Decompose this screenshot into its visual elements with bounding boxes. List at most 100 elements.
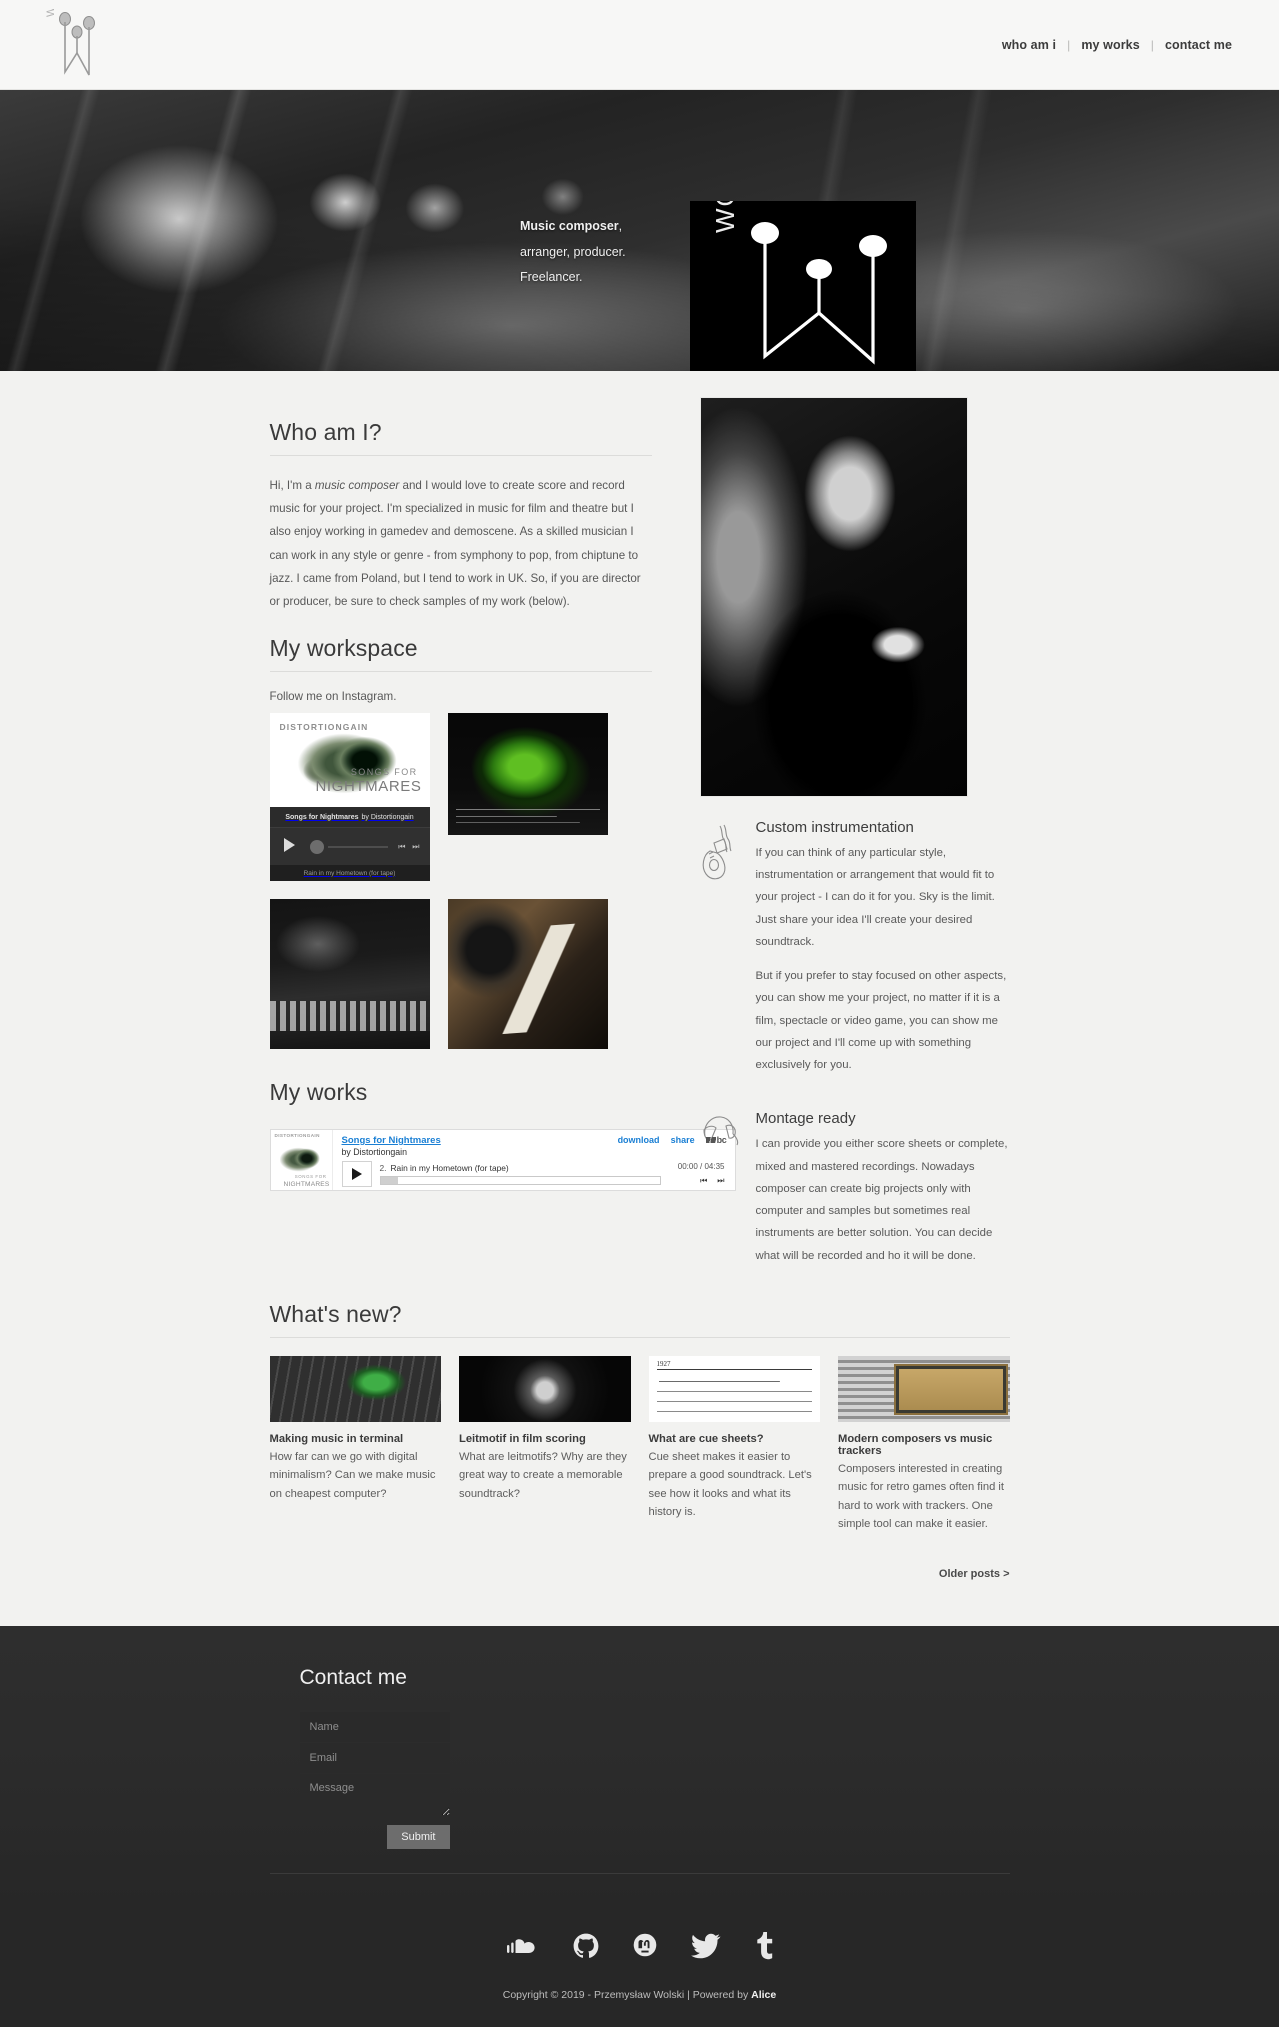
album-title-line1: SONGS FOR <box>350 767 418 778</box>
player-album-title-link[interactable]: Songs for Nightmares <box>342 1135 441 1146</box>
player-track-number: 2. <box>379 1163 387 1174</box>
contact-section: Contact me Submit <box>0 1625 1279 1904</box>
bandcamp-mark-icon <box>705 1137 716 1144</box>
bandcamp-album-name: Songs for Nightmares <box>285 813 359 821</box>
blog-post-title: Modern composers vs music trackers <box>838 1432 993 1457</box>
skip-forward-icon[interactable]: ⏭ <box>717 1176 724 1186</box>
soundcloud-glyph <box>506 1938 535 1953</box>
bandcamp-logo-text: bc <box>716 1135 727 1146</box>
copyright-text: Copyright © 2019 - Przemysław Wolski | P… <box>0 1989 1279 2001</box>
progress-line[interactable] <box>327 846 388 849</box>
skip-back-icon[interactable]: ⏮ <box>700 1176 707 1186</box>
studio-photo-tile[interactable] <box>269 899 430 1050</box>
album-artwork: DISTORTIONGAIN SONGS FOR NIGHTMARES <box>269 713 430 808</box>
bandcamp-player[interactable]: DISTORTIONGAIN SONGS FOR NIGHTMARES Song… <box>269 1129 736 1192</box>
hero-tagline-comma: , <box>618 219 623 233</box>
blog-post-excerpt: What are leitmotifs? Why are they great … <box>459 1450 627 1500</box>
hero-piano-photo <box>0 90 1279 371</box>
dark-figure-thumb <box>459 1355 631 1422</box>
blog-post-card[interactable]: Modern composers vs music trackers Compo… <box>838 1355 1010 1534</box>
progress-knob[interactable] <box>309 840 324 855</box>
right-column: Custom instrumentation If you can think … <box>699 397 1010 1279</box>
soundcloud-icon[interactable] <box>506 1935 540 1962</box>
site-header: WOLSKI who am i | my works | contact me <box>0 0 1279 90</box>
bandcamp-controls[interactable]: ⏮ ⏭ <box>269 827 430 866</box>
hero-tagline-line2: arranger, producer. <box>520 244 626 259</box>
blog-post-excerpt: How far can we go with digital minimalis… <box>269 1450 436 1500</box>
email-field[interactable] <box>299 1742 450 1773</box>
blog-post-card[interactable]: Making music in terminal How far can we … <box>269 1355 441 1534</box>
bandcamp-embed-tile[interactable]: DISTORTIONGAIN SONGS FOR NIGHTMARES Song… <box>269 713 430 882</box>
portrait-image <box>700 398 967 796</box>
blog-post-title: Leitmotif in film scoring <box>459 1432 586 1445</box>
play-icon[interactable] <box>283 838 295 853</box>
twitter-icon[interactable] <box>690 1933 721 1964</box>
service-paragraph: But if you prefer to stay focused on oth… <box>755 970 1007 1072</box>
bandcamp-logo[interactable]: bc <box>705 1135 727 1146</box>
submit-button[interactable]: Submit <box>387 1824 450 1849</box>
guitar-photo <box>447 899 608 1050</box>
nav-link-who-am-i[interactable]: who am i <box>991 38 1067 52</box>
player-header-row: Songs for Nightmares download share bc <box>342 1135 727 1146</box>
music-tracker-thumb <box>838 1355 1010 1422</box>
blog-post-card[interactable]: What are cue sheets? Cue sheet makes it … <box>648 1355 820 1534</box>
player-art-line2: NIGHTMARES <box>283 1181 330 1189</box>
site-footer: Copyright © 2019 - Przemysław Wolski | P… <box>0 1903 1279 2027</box>
album-title-line2: NIGHTMARES <box>315 778 422 796</box>
service-body: Custom instrumentation If you can think … <box>756 819 1010 1088</box>
tumblr-icon[interactable] <box>754 1931 774 1965</box>
intro-rest: and I would love to create score and rec… <box>269 479 641 608</box>
github-icon[interactable] <box>573 1933 599 1964</box>
blog-post-grid: Making music in terminal How far can we … <box>269 1355 1010 1534</box>
brand-logo[interactable]: WOLSKI <box>40 9 108 81</box>
guitar-icon <box>700 819 756 1088</box>
player-play-button[interactable] <box>341 1161 372 1188</box>
section-heading-my-workspace: My workspace <box>269 635 652 673</box>
nav-link-contact-me[interactable]: contact me <box>1154 38 1243 52</box>
social-links[interactable] <box>0 1931 1279 1965</box>
player-action-links[interactable]: download share bc <box>618 1135 727 1145</box>
player-nav-buttons[interactable]: ⏮ ⏭ <box>661 1176 724 1186</box>
player-album-art: DISTORTIONGAIN SONGS FOR NIGHTMARES <box>270 1130 333 1191</box>
hero-banner: Music composer, arranger, producer. Free… <box>0 90 1279 371</box>
blog-post-card[interactable]: Leitmotif in film scoring What are leitm… <box>459 1355 631 1534</box>
tumblr-glyph <box>756 1931 772 1959</box>
bandcamp-title-bar: Songs for Nightmares by Distortiongain <box>269 807 430 828</box>
hero-logo-mark: WOLSKI <box>710 201 887 365</box>
guitar-photo-tile[interactable] <box>447 899 608 1050</box>
player-progress-bar[interactable] <box>379 1176 661 1186</box>
intro-prefix: Hi, I'm a <box>269 479 315 492</box>
svg-text:WOLSKI: WOLSKI <box>710 201 740 233</box>
player-track-area: 2. Rain in my Hometown (for tape) <box>379 1163 661 1186</box>
skip-back-icon[interactable]: ⏮ <box>398 842 405 852</box>
svg-text:WOLSKI: WOLSKI <box>45 9 57 17</box>
name-field[interactable] <box>299 1711 450 1742</box>
player-artist-line: by Distortiongain <box>341 1147 408 1158</box>
contact-form-wrapper: Contact me Submit <box>270 1666 1010 1849</box>
player-transport-row: 2. Rain in my Hometown (for tape) 00:00 /… <box>341 1161 727 1188</box>
contact-form[interactable]: Submit <box>299 1711 1010 1849</box>
contact-divider <box>269 1872 1010 1874</box>
player-progress-thumb[interactable] <box>380 1177 398 1185</box>
share-link[interactable]: share <box>671 1135 695 1145</box>
whats-new-section: What's new? Making music in terminal How… <box>269 1301 1010 1580</box>
service-montage-ready: Montage ready I can provide you either s… <box>700 1110 1010 1278</box>
primary-navigation[interactable]: who am i | my works | contact me <box>991 38 1243 52</box>
mastodon-icon[interactable] <box>632 1933 658 1964</box>
player-main: Songs for Nightmares download share bc b… <box>333 1130 735 1190</box>
player-skull-artwork <box>280 1144 322 1173</box>
message-field[interactable] <box>299 1773 450 1816</box>
green-album-art <box>447 713 608 836</box>
player-right-controls: 00:00 / 04:35 ⏮ ⏭ <box>661 1162 727 1186</box>
raspberry-pi-keyboard-thumb <box>269 1355 441 1422</box>
older-posts-link[interactable]: Older posts > <box>939 1568 1010 1580</box>
download-link[interactable]: download <box>618 1135 660 1145</box>
album-art-green-tile[interactable] <box>447 713 608 836</box>
bandcamp-current-track: Rain in my Hometown (for tape) <box>269 865 430 882</box>
blog-post-title: Making music in terminal <box>269 1432 404 1445</box>
nav-link-my-works[interactable]: my works <box>1070 38 1150 52</box>
skip-forward-icon[interactable]: ⏭ <box>412 842 419 852</box>
older-posts[interactable]: Older posts > <box>270 1568 1010 1580</box>
guitar-icon-glyph <box>702 824 732 880</box>
section-heading-my-works: My works <box>269 1079 368 1106</box>
